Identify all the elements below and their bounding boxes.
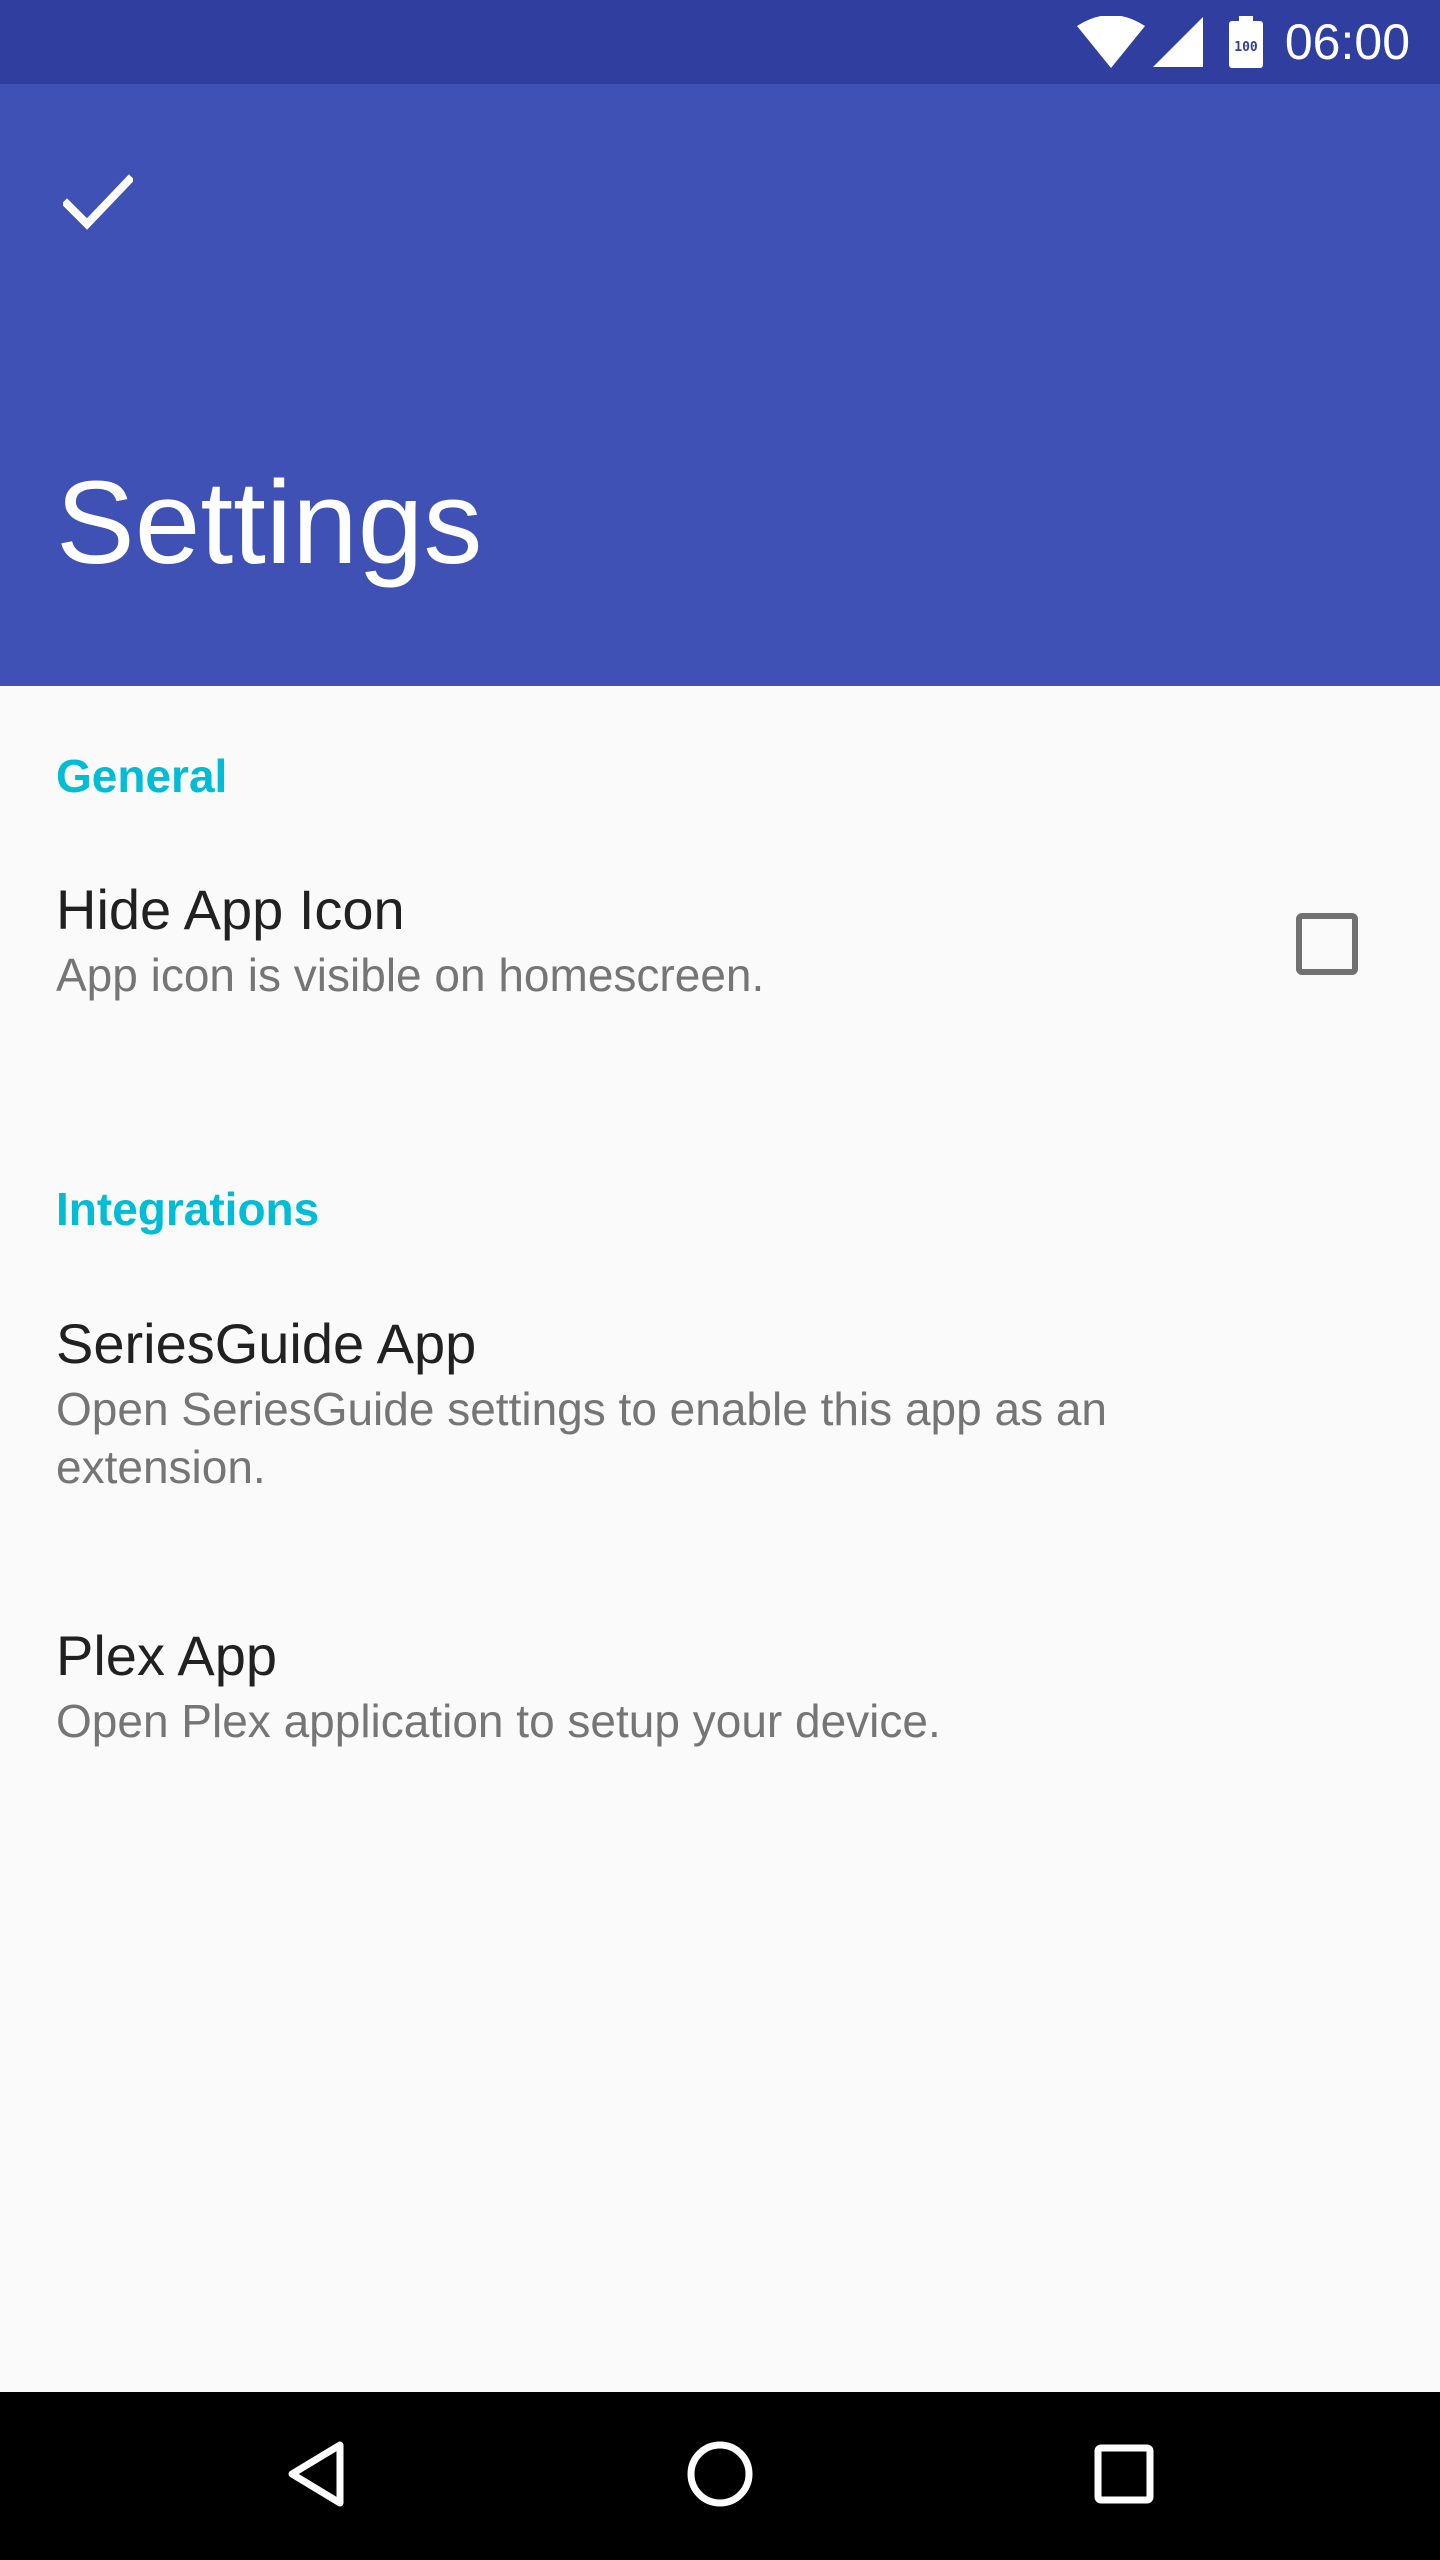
app-bar: Settings <box>0 84 1440 686</box>
recents-button[interactable] <box>1040 2392 1208 2560</box>
status-bar: 100 06:00 <box>0 0 1440 84</box>
hide-app-icon-checkbox[interactable] <box>1296 913 1358 975</box>
wifi-icon <box>1076 16 1145 68</box>
pref-seriesguide-app[interactable]: SeriesGuide App Open SeriesGuide setting… <box>0 1274 1440 1544</box>
check-icon <box>61 173 135 235</box>
pref-title: SeriesGuide App <box>56 1312 477 1375</box>
back-button[interactable] <box>232 2392 400 2560</box>
done-button[interactable] <box>40 146 156 262</box>
clock: 06:00 <box>1284 14 1410 70</box>
pref-summary: Open Plex application to setup your devi… <box>56 1695 941 1747</box>
page-title: Settings <box>56 457 483 589</box>
back-icon <box>286 2440 346 2513</box>
home-icon <box>686 2440 754 2513</box>
battery-icon: 100 <box>1228 16 1263 68</box>
pref-summary: App icon is visible on homescreen. <box>56 949 765 1001</box>
navigation-bar <box>0 2392 1440 2560</box>
pref-hide-app-icon[interactable]: Hide App Icon App icon is visible on hom… <box>0 840 1440 1040</box>
status-icons: 100 06:00 <box>1076 0 1440 84</box>
pref-plex-app[interactable]: Plex App Open Plex application to setup … <box>0 1586 1440 1786</box>
cell-signal-icon <box>1152 17 1203 67</box>
home-button[interactable] <box>636 2392 804 2560</box>
battery-level: 100 <box>1234 40 1258 55</box>
pref-title: Plex App <box>56 1624 278 1687</box>
pref-title: Hide App Icon <box>56 878 405 941</box>
pref-summary: Open SeriesGuide settings to enable this… <box>56 1383 1108 1493</box>
section-header-general: General <box>56 750 228 802</box>
recents-icon <box>1094 2444 1154 2509</box>
section-header-integrations: Integrations <box>56 1183 320 1235</box>
